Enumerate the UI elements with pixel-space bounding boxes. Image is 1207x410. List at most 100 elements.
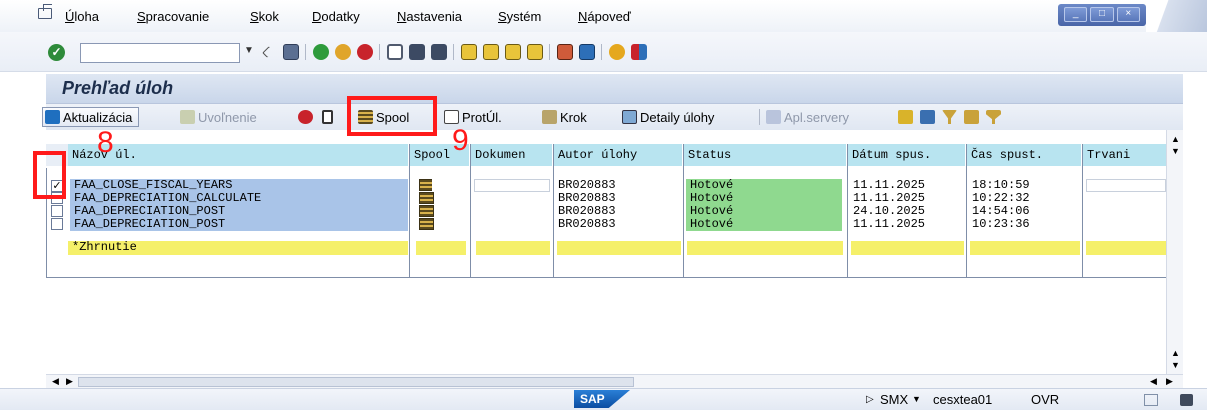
- scroll-thumb[interactable]: [78, 377, 634, 387]
- next-page-icon[interactable]: [505, 44, 521, 60]
- save-icon[interactable]: [283, 44, 299, 60]
- back-icon[interactable]: [313, 44, 329, 60]
- system-dropdown-icon[interactable]: ▼: [912, 394, 921, 404]
- title-bar: Prehľad úloh: [46, 74, 1183, 104]
- sort-filter-icon[interactable]: [986, 110, 1001, 124]
- enter-icon[interactable]: ✓: [48, 44, 65, 61]
- close-icon[interactable]: ×: [1116, 7, 1140, 22]
- spool-list-icon[interactable]: [419, 192, 434, 204]
- exit-icon[interactable]: [335, 44, 351, 60]
- status-cell: Hotové: [686, 218, 842, 231]
- stop-icon[interactable]: [298, 110, 313, 124]
- vertical-scrollbar[interactable]: ▲ ▼ ▲ ▼: [1166, 130, 1183, 376]
- first-page-icon[interactable]: [461, 44, 477, 60]
- column-divider: [683, 144, 684, 278]
- release-button[interactable]: Uvoľnenie: [180, 107, 257, 127]
- standard-toolbar: ✓ ▼: [0, 32, 1207, 72]
- filter-icon[interactable]: [942, 110, 957, 124]
- summary-cell: [687, 241, 843, 255]
- menu-item-dodatky[interactable]: Dodatky: [312, 9, 360, 24]
- print-icon[interactable]: [387, 44, 403, 60]
- scroll-down-page-icon[interactable]: ▲: [1171, 348, 1180, 358]
- column-header-author[interactable]: Autor úlohy: [554, 144, 682, 166]
- command-field[interactable]: [80, 43, 240, 63]
- row-checkbox[interactable]: [51, 205, 63, 217]
- menu-item-nastavenia[interactable]: Nastavenia: [397, 9, 462, 24]
- help-icon[interactable]: [609, 44, 625, 60]
- minimize-icon[interactable]: _: [1064, 7, 1088, 22]
- start-date-cell: 11.11.2025: [853, 192, 926, 205]
- delete-icon[interactable]: [322, 110, 333, 124]
- layout-menu-icon[interactable]: [631, 44, 647, 60]
- menu-bar: Úloha Spracovanie Skok Dodatky Nastaveni…: [0, 0, 1207, 32]
- last-page-icon[interactable]: [527, 44, 543, 60]
- job-details-button[interactable]: Detaily úlohy: [622, 107, 714, 127]
- column-header-name[interactable]: Názov úl.: [68, 144, 408, 166]
- status-cell: Hotové: [686, 205, 842, 218]
- menu-item-napoved[interactable]: Nápoveď: [578, 9, 631, 24]
- job-name-cell[interactable]: FAA_DEPRECIATION_POST: [70, 205, 408, 218]
- scroll-left-end-icon[interactable]: ◀: [1150, 376, 1157, 387]
- shortcut-icon[interactable]: [579, 44, 595, 60]
- job-details-icon: [622, 110, 637, 124]
- new-session-icon[interactable]: [557, 44, 573, 60]
- scroll-up-page-icon[interactable]: ▼: [1171, 146, 1180, 156]
- start-date-cell: 24.10.2025: [853, 205, 926, 218]
- spool-list-icon[interactable]: [419, 218, 434, 230]
- select-all-icon[interactable]: [898, 110, 913, 124]
- start-date-cell: 11.11.2025: [853, 218, 926, 231]
- annotation-box-spool: [347, 96, 437, 136]
- back-arrow-icon[interactable]: [262, 46, 274, 58]
- menu-item-skok[interactable]: Skok: [250, 9, 279, 24]
- menu-exit-icon[interactable]: [38, 4, 52, 19]
- scroll-right-icon[interactable]: ▶: [1166, 376, 1173, 387]
- status-expand-icon[interactable]: ▷: [866, 394, 874, 405]
- horizontal-scrollbar[interactable]: ◀ ▶ ◀ ▶: [46, 374, 1183, 388]
- lock-icon[interactable]: [1180, 394, 1193, 406]
- refresh-button[interactable]: Aktualizácia: [42, 107, 140, 127]
- column-divider: [1082, 144, 1083, 278]
- input-mode[interactable]: OVR: [1031, 392, 1059, 407]
- menu-item-spracovanie[interactable]: Spracovanie: [137, 9, 209, 24]
- release-icon: [180, 110, 195, 124]
- cancel-icon[interactable]: [357, 44, 373, 60]
- system-name[interactable]: SMX: [880, 392, 908, 407]
- column-header-document[interactable]: Dokumen: [471, 144, 552, 166]
- start-time-cell: 18:10:59: [972, 179, 1030, 192]
- column-header-start-date[interactable]: Dátum spus.: [848, 144, 965, 166]
- job-name-cell[interactable]: FAA_CLOSE_FISCAL_YEARS: [70, 179, 408, 192]
- scroll-right-small-icon[interactable]: ▶: [66, 376, 73, 387]
- scroll-down-icon[interactable]: ▼: [1171, 360, 1180, 370]
- refresh-icon: [45, 110, 60, 124]
- find-icon[interactable]: [409, 44, 425, 60]
- summary-cell: [1086, 241, 1166, 255]
- column-header-status[interactable]: Status: [684, 144, 846, 166]
- job-name-cell[interactable]: FAA_DEPRECIATION_CALCULATE: [70, 192, 408, 205]
- status-split-icon[interactable]: [1144, 394, 1158, 406]
- row-checkbox[interactable]: [51, 218, 63, 230]
- start-time-cell: 10:23:36: [972, 218, 1030, 231]
- menu-item-uloha[interactable]: Úloha: [65, 9, 99, 24]
- toolbar-separator: [759, 109, 760, 125]
- column-header-duration[interactable]: Trvani: [1083, 144, 1166, 166]
- job-overview-panel: Názov úl. Spool Dokumen Autor úlohy Stat…: [46, 130, 1183, 386]
- menu-item-system[interactable]: Systém: [498, 9, 541, 24]
- status-bar: SAP ▷ SMX ▼ cesxtea01 OVR: [0, 388, 1207, 410]
- step-button[interactable]: Krok: [542, 107, 587, 127]
- summary-cell: [476, 241, 550, 255]
- previous-page-icon[interactable]: [483, 44, 499, 60]
- maximize-icon[interactable]: □: [1090, 7, 1114, 22]
- job-name-cell[interactable]: FAA_DEPRECIATION_POST: [70, 218, 408, 231]
- step-icon: [542, 110, 557, 124]
- scroll-up-icon[interactable]: ▲: [1171, 134, 1180, 144]
- find-next-icon[interactable]: [431, 44, 447, 60]
- print-preview-icon[interactable]: [964, 110, 979, 124]
- spool-list-icon[interactable]: [419, 205, 434, 217]
- app-servers-button[interactable]: Apl.servery: [766, 107, 849, 127]
- column-header-start-time[interactable]: Čas spust.: [967, 144, 1081, 166]
- summary-cell: [557, 241, 681, 255]
- server-name: cesxtea01: [933, 392, 993, 407]
- command-dropdown-icon[interactable]: ▼: [244, 45, 254, 56]
- layout-icon[interactable]: [920, 110, 935, 124]
- scroll-left-icon[interactable]: ◀: [52, 376, 59, 387]
